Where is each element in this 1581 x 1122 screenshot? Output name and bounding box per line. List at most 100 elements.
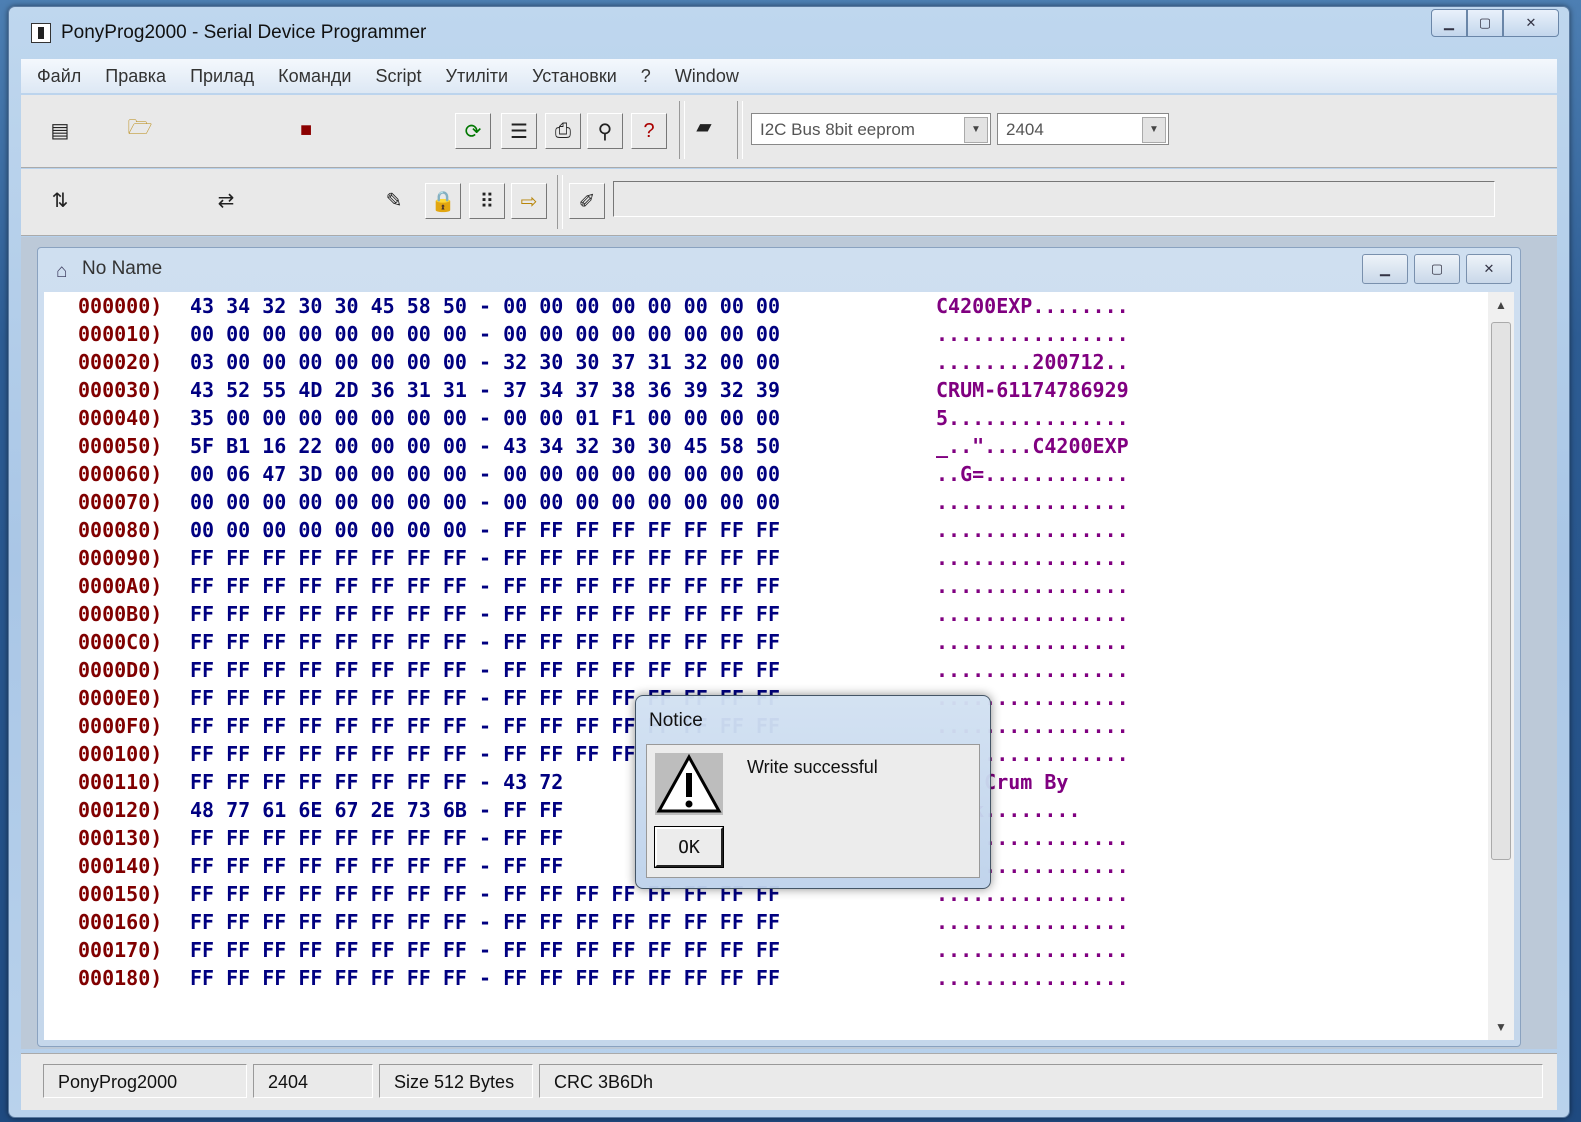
hex-row-addr: 000020) bbox=[78, 350, 163, 374]
doc-maximize-button[interactable]: ▢ bbox=[1414, 254, 1460, 284]
menu-bar: Файл Правка Прилад Команди Script Утиліт… bbox=[21, 59, 1557, 93]
save-icon[interactable]: ■ bbox=[289, 113, 323, 147]
hex-row-ascii: ................ bbox=[936, 938, 1129, 962]
hex-row-ascii: 5............... bbox=[936, 406, 1129, 430]
document-title-bar[interactable]: ⌂ No Name bbox=[56, 258, 162, 282]
read-device-icon[interactable]: ⇅ bbox=[43, 183, 77, 217]
window-title: PonyProg2000 - Serial Device Programmer bbox=[61, 22, 427, 43]
hex-row-addr: 000100) bbox=[78, 742, 163, 766]
close-button[interactable]: ✕ bbox=[1503, 9, 1559, 37]
hex-row-addr: 000170) bbox=[78, 938, 163, 962]
scrollbar-thumb[interactable] bbox=[1491, 322, 1511, 860]
status-size: Size 512 Bytes bbox=[379, 1064, 533, 1098]
hex-row-hex: FF FF FF FF FF FF FF FF - FF FF FF FF FF… bbox=[190, 630, 781, 654]
write-device-icon[interactable]: ⇄ bbox=[209, 183, 243, 217]
hex-editor[interactable]: 000000) 43 34 32 30 30 45 58 50 - 00 00 0… bbox=[44, 292, 1488, 1040]
menu-command[interactable]: Команди bbox=[278, 66, 351, 87]
reload-icon[interactable]: ⟳ bbox=[455, 113, 491, 149]
hex-row-hex: 5F B1 16 22 00 00 00 00 - 43 34 32 30 30… bbox=[190, 434, 781, 458]
menu-utility[interactable]: Утиліти bbox=[446, 66, 509, 87]
hex-row-ascii: ................ bbox=[936, 490, 1129, 514]
status-crc: CRC 3B6Dh bbox=[539, 1064, 1543, 1098]
hex-row-addr: 000000) bbox=[78, 294, 163, 318]
menu-edit[interactable]: Правка bbox=[105, 66, 166, 87]
scroll-up-icon[interactable]: ▲ bbox=[1488, 292, 1514, 318]
warning-icon bbox=[655, 753, 723, 815]
maximize-button[interactable]: ▢ bbox=[1467, 9, 1503, 37]
menu-script[interactable]: Script bbox=[376, 66, 422, 87]
open-folder-icon[interactable]: 🗁 bbox=[123, 113, 157, 147]
menu-file[interactable]: Файл bbox=[37, 66, 81, 87]
vertical-scrollbar[interactable]: ▲ ▼ bbox=[1488, 292, 1514, 1040]
hex-row-addr: 000080) bbox=[78, 518, 163, 542]
title-bar[interactable]: PonyProg2000 - Serial Device Programmer … bbox=[9, 7, 1569, 57]
hex-row-hex: FF FF FF FF FF FF FF FF - FF FF FF FF FF… bbox=[190, 546, 781, 570]
hex-row-hex: FF FF FF FF FF FF FF FF - 43 72 bbox=[190, 770, 564, 794]
hex-row-addr: 0000D0) bbox=[78, 658, 163, 682]
hex-row-ascii: ................ bbox=[936, 574, 1129, 598]
hex-row-addr: 000120) bbox=[78, 798, 163, 822]
hex-row-hex: 00 00 00 00 00 00 00 00 - 00 00 00 00 00… bbox=[190, 490, 781, 514]
notice-dialog: Notice Write successful OK bbox=[635, 695, 991, 889]
hex-row-addr: 0000B0) bbox=[78, 602, 163, 626]
note-field[interactable] bbox=[613, 181, 1495, 217]
device-type-value: 2404 bbox=[1006, 120, 1044, 139]
menu-window[interactable]: Window bbox=[675, 66, 739, 87]
hex-row-addr: 000060) bbox=[78, 462, 163, 486]
doc-minimize-button[interactable]: ▁ bbox=[1362, 254, 1408, 284]
note-icon[interactable]: ✐ bbox=[569, 183, 605, 219]
toolbar-separator bbox=[737, 101, 743, 159]
hex-row-addr: 0000E0) bbox=[78, 686, 163, 710]
menu-setup[interactable]: Установки bbox=[532, 66, 617, 87]
print-icon[interactable]: ⎙ bbox=[545, 113, 581, 149]
hex-row-hex: FF FF FF FF FF FF FF FF - FF FF FF FF FF… bbox=[190, 574, 781, 598]
hex-row-addr: 000090) bbox=[78, 546, 163, 570]
hex-row-ascii: C4200EXP........ bbox=[936, 294, 1129, 318]
device-family-value: I2C Bus 8bit eeprom bbox=[760, 120, 915, 139]
hex-row-hex: 00 06 47 3D 00 00 00 00 - 00 00 00 00 00… bbox=[190, 462, 781, 486]
zoom-icon[interactable]: ⚲ bbox=[587, 113, 623, 149]
app-icon[interactable] bbox=[31, 23, 51, 43]
menu-help[interactable]: ? bbox=[641, 66, 651, 87]
chip-icon[interactable]: ▰ bbox=[687, 109, 721, 143]
chevron-down-icon[interactable]: ▼ bbox=[964, 117, 988, 143]
scroll-down-icon[interactable]: ▼ bbox=[1488, 1014, 1514, 1040]
new-file-icon[interactable]: ▤ bbox=[43, 113, 77, 147]
help-icon[interactable]: ? bbox=[631, 113, 667, 149]
hex-row-ascii: ................ bbox=[936, 630, 1129, 654]
lock-icon[interactable]: 🔒 bbox=[425, 183, 461, 219]
erase-icon[interactable]: ✎ bbox=[377, 183, 411, 217]
hex-row-addr: 000160) bbox=[78, 910, 163, 934]
device-family-select[interactable]: I2C Bus 8bit eeprom ▼ bbox=[751, 113, 991, 145]
hex-row-addr: 000030) bbox=[78, 378, 163, 402]
device-type-select[interactable]: 2404 ▼ bbox=[997, 113, 1169, 145]
status-device: 2404 bbox=[253, 1064, 373, 1098]
hex-row-hex: 43 34 32 30 30 45 58 50 - 00 00 00 00 00… bbox=[190, 294, 781, 318]
hex-row-hex: FF FF FF FF FF FF FF FF - FF FF FF FF FF… bbox=[190, 602, 781, 626]
app-window: PonyProg2000 - Serial Device Programmer … bbox=[8, 6, 1570, 1118]
minimize-button[interactable]: ▁ bbox=[1431, 9, 1467, 37]
hex-row-hex: 03 00 00 00 00 00 00 00 - 32 30 30 37 31… bbox=[190, 350, 781, 374]
hex-row-hex: FF FF FF FF FF FF FF FF - FF FF FF FF FF… bbox=[190, 658, 781, 682]
edit-buffer-icon[interactable]: ☰ bbox=[501, 113, 537, 149]
main-toolbar: ▤ 🗁 ■ ⟳ ☰ ⎙ ⚲ ? ▰ I2C Bus 8bit eeprom ▼ … bbox=[21, 95, 1557, 168]
ok-button[interactable]: OK bbox=[654, 826, 724, 868]
hex-row-addr: 000180) bbox=[78, 966, 163, 990]
hex-row-addr: 000070) bbox=[78, 490, 163, 514]
dialog-body: Write successful OK bbox=[646, 744, 980, 878]
hex-row-hex: 48 77 61 6E 67 2E 73 6B - FF FF bbox=[190, 798, 564, 822]
status-bar: PonyProg2000 2404 Size 512 Bytes CRC 3B6… bbox=[21, 1053, 1557, 1110]
chevron-down-icon[interactable]: ▼ bbox=[1142, 117, 1166, 143]
hex-row-hex: FF FF FF FF FF FF FF FF - FF FF FF FF FF… bbox=[190, 910, 781, 934]
hex-row-ascii: ........200712.. bbox=[936, 350, 1129, 374]
document-icon: ⌂ bbox=[56, 261, 68, 282]
hex-row-ascii: CRUM-61174786929 bbox=[936, 378, 1129, 402]
arrow-right-icon[interactable]: ⇨ bbox=[511, 183, 547, 219]
menu-device[interactable]: Прилад bbox=[190, 66, 254, 87]
toolbar-separator bbox=[557, 175, 563, 229]
doc-close-button[interactable]: ✕ bbox=[1466, 254, 1512, 284]
document-window-controls: ▁ ▢ ✕ bbox=[1356, 254, 1512, 284]
hex-row-addr: 0000F0) bbox=[78, 714, 163, 738]
config-bits-icon[interactable]: ⠿ bbox=[469, 183, 505, 219]
hex-row-addr: 000140) bbox=[78, 854, 163, 878]
